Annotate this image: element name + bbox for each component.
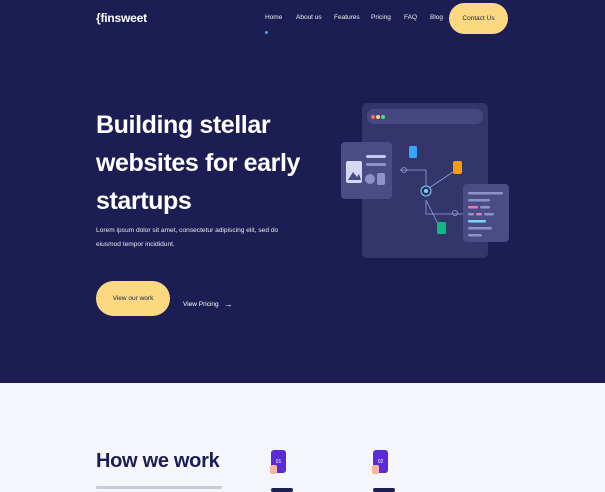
view-pricing-label: View Pricing bbox=[183, 301, 219, 308]
how-we-work-subtext bbox=[96, 486, 222, 489]
arrow-right-icon: → bbox=[223, 299, 233, 309]
active-nav-indicator bbox=[265, 31, 268, 34]
code-line bbox=[484, 213, 494, 216]
step-one-label bbox=[271, 488, 293, 492]
view-pricing-link[interactable]: View Pricing → bbox=[183, 300, 233, 309]
file-badge-icon bbox=[409, 146, 417, 158]
step-one-number: 01 bbox=[276, 459, 282, 465]
hero-headline: Building stellar websites for early star… bbox=[96, 111, 301, 215]
nav-item-features[interactable]: Features bbox=[334, 14, 360, 21]
code-line bbox=[480, 206, 490, 209]
code-line bbox=[468, 199, 490, 202]
window-dot-red bbox=[371, 115, 375, 119]
step-two-icon: 02 bbox=[372, 450, 388, 474]
code-line bbox=[476, 213, 482, 216]
image-card-circle bbox=[365, 174, 375, 184]
code-line bbox=[468, 220, 486, 223]
how-we-work-title: How we work bbox=[96, 450, 220, 472]
top-nav: Home About us Features Pricing FAQ Blog bbox=[0, 14, 605, 26]
step-two-number: 02 bbox=[378, 459, 384, 465]
code-line bbox=[468, 206, 478, 209]
window-dot-yellow bbox=[376, 115, 380, 119]
nav-item-pricing[interactable]: Pricing bbox=[371, 14, 391, 21]
nav-item-home[interactable]: Home bbox=[265, 14, 282, 21]
window-dot-green bbox=[381, 115, 385, 119]
flow-node-core bbox=[424, 189, 428, 193]
code-line bbox=[468, 227, 492, 230]
nav-item-blog[interactable]: Blog bbox=[430, 14, 443, 21]
code-line bbox=[468, 213, 474, 216]
braces-badge-icon bbox=[453, 161, 462, 174]
code-line bbox=[468, 192, 503, 195]
code-line bbox=[468, 234, 482, 237]
hero-description: Lorem ipsum dolor sit amet, consectetur … bbox=[96, 227, 279, 248]
image-card-line bbox=[366, 155, 386, 158]
image-card-box bbox=[377, 173, 385, 185]
nav-item-about[interactable]: About us bbox=[296, 14, 322, 21]
hero-illustration bbox=[341, 103, 509, 258]
image-card-line bbox=[366, 163, 386, 166]
step-one-icon: 01 bbox=[270, 450, 286, 474]
code-badge-icon bbox=[437, 222, 446, 234]
hero-section: {finsweet Home About us Features Pricing… bbox=[0, 0, 605, 383]
contact-us-button[interactable]: Contact Us bbox=[449, 3, 508, 34]
nav-item-faq[interactable]: FAQ bbox=[404, 14, 417, 21]
step-two-label bbox=[373, 488, 395, 492]
view-our-work-button[interactable]: View our work bbox=[96, 281, 170, 316]
